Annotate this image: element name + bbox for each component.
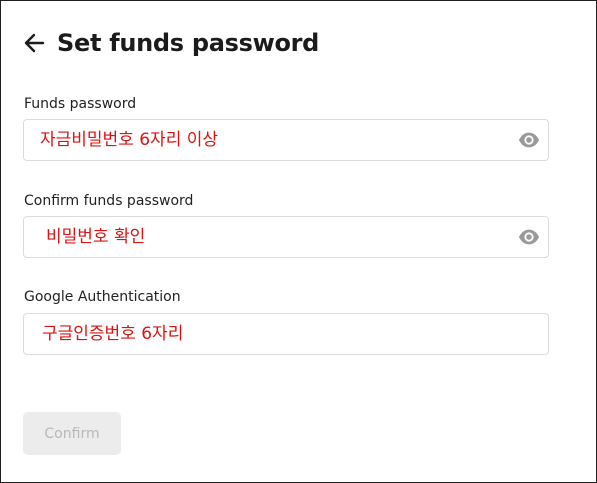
funds-password-value: 자금비밀번호 6자리 이상 bbox=[40, 130, 219, 150]
confirm-button[interactable]: Confirm bbox=[23, 412, 121, 455]
funds-password-label: Funds password bbox=[24, 96, 137, 112]
google-authentication-field[interactable]: 구글인증번호 6자리 bbox=[23, 313, 549, 355]
funds-password-field[interactable]: 자금비밀번호 6자리 이상 bbox=[23, 119, 549, 161]
arrow-left-icon bbox=[24, 33, 45, 53]
back-button[interactable] bbox=[23, 29, 49, 57]
eye-icon[interactable] bbox=[518, 227, 540, 247]
confirm-funds-password-value: 비밀번호 확인 bbox=[46, 227, 146, 247]
confirm-funds-password-label: Confirm funds password bbox=[24, 193, 194, 209]
google-authentication-value: 구글인증번호 6자리 bbox=[42, 324, 184, 344]
google-authentication-label: Google Authentication bbox=[24, 289, 181, 305]
confirm-funds-password-field[interactable]: 비밀번호 확인 bbox=[23, 216, 549, 258]
set-funds-password-panel: Set funds password Funds password 자금비밀번호… bbox=[0, 0, 597, 483]
page-title: Set funds password bbox=[57, 29, 320, 57]
eye-icon[interactable] bbox=[518, 130, 540, 150]
page-header: Set funds password bbox=[23, 27, 319, 59]
